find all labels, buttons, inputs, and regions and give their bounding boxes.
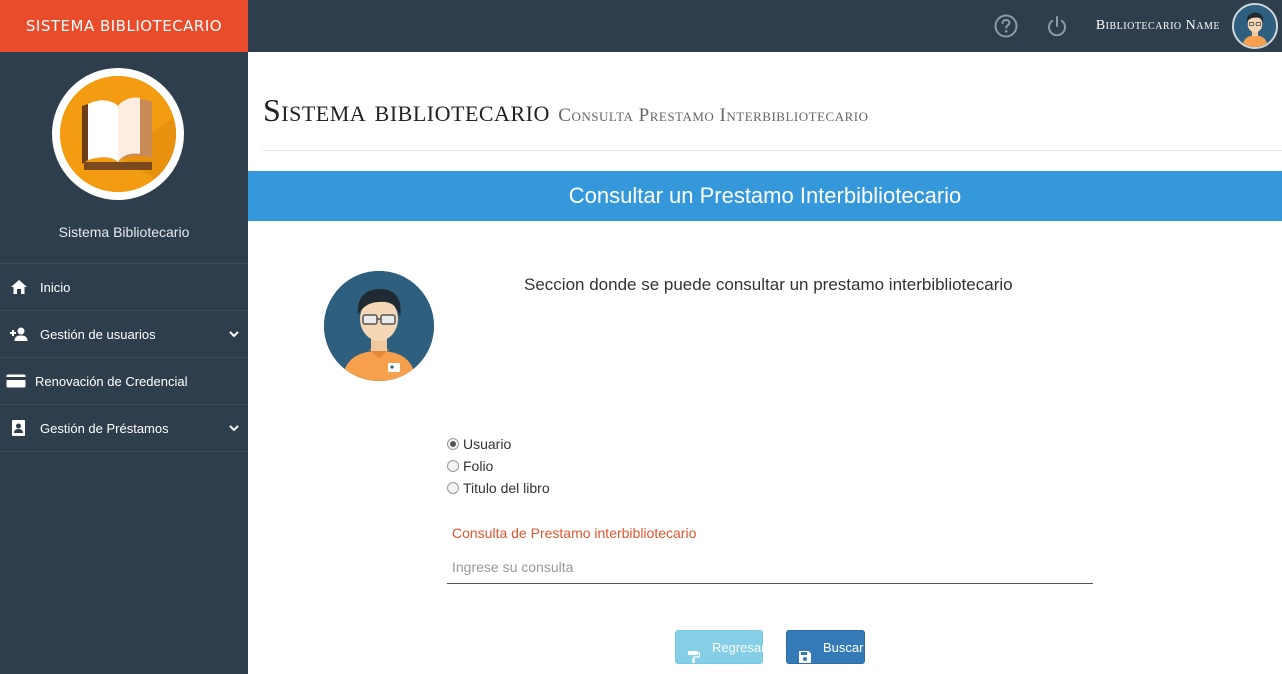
- search-button[interactable]: Buscar: [786, 630, 865, 664]
- user-avatar[interactable]: [1232, 3, 1278, 49]
- radio-label: Usuario: [463, 436, 512, 452]
- sidebar-item-label: Gestión de Préstamos: [40, 421, 169, 436]
- sidebar-item-gestion-prestamos[interactable]: Gestión de Préstamos: [0, 405, 248, 452]
- sidebar: Sistema Bibliotecario Inicio Gestión de …: [0, 52, 248, 674]
- top-navbar: SISTEMA BIBLIOTECARIO Bibliotecario Name: [0, 0, 1282, 52]
- title-divider: [263, 150, 1282, 151]
- open-book-icon: [60, 76, 176, 192]
- sidebar-item-label: Gestión de usuarios: [40, 327, 156, 342]
- section-description: Seccion donde se puede consultar un pres…: [524, 275, 1013, 294]
- portrait-icon: [10, 420, 28, 436]
- brand-title[interactable]: SISTEMA BIBLIOTECARIO: [0, 0, 248, 52]
- sidebar-title: Sistema Bibliotecario: [58, 224, 190, 240]
- sidebar-item-gestion-usuarios[interactable]: Gestión de usuarios: [0, 311, 248, 358]
- sidebar-item-label: Inicio: [40, 280, 71, 295]
- help-circle-icon[interactable]: [993, 13, 1019, 39]
- home-icon: [10, 279, 28, 295]
- radio-label: Folio: [463, 458, 494, 474]
- sidebar-item-inicio[interactable]: Inicio: [0, 264, 248, 311]
- back-button[interactable]: Regresar: [675, 630, 766, 664]
- panel-heading: Consultar un Prestamo Interbibliotecario: [248, 171, 1282, 221]
- save-icon: [799, 642, 811, 663]
- credit-card-icon: [6, 373, 26, 389]
- sidebar-item-label: Renovación de Credencial: [35, 374, 188, 389]
- radio-button[interactable]: [447, 482, 459, 494]
- user-add-icon: [10, 326, 28, 342]
- user-name[interactable]: Bibliotecario Name: [1096, 0, 1220, 52]
- page-title: Sistema bibliotecario Consulta Prestamo …: [263, 92, 868, 129]
- power-icon[interactable]: [1044, 13, 1070, 39]
- radio-label: Titulo del libro: [463, 480, 550, 496]
- radio-option-titulo[interactable]: Titulo del libro: [447, 477, 550, 499]
- chevron-down-icon: [228, 328, 240, 340]
- radio-option-usuario[interactable]: Usuario: [447, 433, 550, 455]
- radio-button[interactable]: [447, 460, 459, 472]
- paint-roller-icon: [688, 642, 701, 663]
- back-button-label: Regresar: [712, 640, 766, 655]
- sidebar-item-renovacion-credencial[interactable]: Renovación de Credencial: [0, 358, 248, 405]
- query-input[interactable]: [447, 550, 1093, 584]
- radio-button[interactable]: [447, 438, 459, 450]
- library-logo: [52, 68, 184, 200]
- sidebar-menu: Inicio Gestión de usuarios Renovación de…: [0, 263, 248, 452]
- page-title-main: Sistema bibliotecario: [263, 92, 550, 128]
- librarian-avatar-illustration: [324, 271, 434, 381]
- search-button-label: Buscar: [823, 640, 864, 655]
- query-field-label: Consulta de Prestamo interbibliotecario: [452, 525, 697, 541]
- page-subtitle: Consulta Prestamo Interbibliotecario: [558, 105, 869, 126]
- search-type-radio-group: Usuario Folio Titulo del libro: [447, 433, 550, 499]
- radio-option-folio[interactable]: Folio: [447, 455, 550, 477]
- chevron-down-icon: [228, 422, 240, 434]
